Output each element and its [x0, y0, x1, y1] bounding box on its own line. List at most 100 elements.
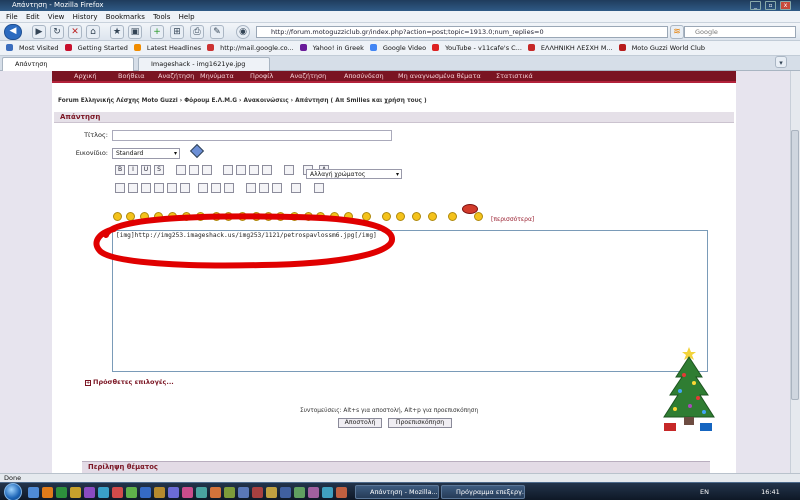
app-icon[interactable]	[224, 487, 235, 498]
app-icon[interactable]	[112, 487, 123, 498]
format-button[interactable]	[198, 183, 208, 193]
format-button[interactable]	[259, 183, 269, 193]
format-button[interactable]	[180, 183, 190, 193]
app-icon[interactable]	[126, 487, 137, 498]
taskbar-editor-window[interactable]: Πρόγραμμα επεξεργ...	[441, 485, 525, 499]
forum-nav-item[interactable]: Αναζήτηση	[290, 71, 326, 82]
format-button[interactable]	[189, 165, 199, 175]
format-button[interactable]	[224, 183, 234, 193]
format-button[interactable]	[115, 183, 125, 193]
submit-button[interactable]: Αποστολή	[338, 418, 382, 428]
title-input[interactable]	[112, 130, 392, 141]
format-button[interactable]: B	[115, 165, 125, 175]
color-select[interactable]: Αλλαγή χρώματος ▾	[306, 169, 402, 179]
search-input[interactable]: Google	[684, 26, 796, 38]
app-icon[interactable]	[168, 487, 179, 498]
format-button[interactable]	[202, 165, 212, 175]
firefox-icon[interactable]	[42, 487, 53, 498]
url-input[interactable]: http://forum.motoguzziclub.gr/index.php?…	[256, 26, 668, 38]
tab-reply[interactable]: Απάντηση	[2, 57, 134, 71]
format-button[interactable]	[291, 183, 301, 193]
add-icon[interactable]: +	[150, 25, 164, 39]
format-button[interactable]	[128, 183, 138, 193]
tab-list-icon[interactable]: ▾	[775, 56, 787, 68]
format-button[interactable]	[314, 183, 324, 193]
taskbar-firefox-window[interactable]: Απάντηση - Mozilla...	[355, 485, 439, 499]
santa-hat-smiley-icon[interactable]	[462, 204, 478, 214]
app-icon[interactable]	[252, 487, 263, 498]
media-icon[interactable]	[84, 487, 95, 498]
app-icon[interactable]	[154, 487, 165, 498]
app-icon[interactable]	[322, 487, 333, 498]
format-button[interactable]	[176, 165, 186, 175]
forward-button[interactable]: ▶	[32, 25, 46, 39]
minimize-button[interactable]: _	[750, 1, 761, 10]
format-button[interactable]: S	[154, 165, 164, 175]
menu-history[interactable]: History	[73, 13, 98, 21]
icon-select[interactable]: Standard ▾	[112, 148, 180, 159]
format-button[interactable]	[236, 165, 246, 175]
app-icon[interactable]	[280, 487, 291, 498]
forum-nav-item[interactable]: Προφίλ	[250, 71, 273, 82]
stop-button[interactable]: ✕	[68, 25, 82, 39]
app-icon[interactable]	[266, 487, 277, 498]
app-icon[interactable]	[336, 487, 347, 498]
show-desktop-icon[interactable]	[28, 487, 39, 498]
smiley-icon[interactable]	[412, 212, 421, 221]
home-button[interactable]: ⌂	[86, 25, 100, 39]
menu-bookmarks[interactable]: Bookmarks	[106, 13, 145, 21]
messenger-icon[interactable]	[98, 487, 109, 498]
format-button[interactable]	[249, 165, 259, 175]
more-smileys-link[interactable]: [περισσότερα]	[491, 216, 534, 223]
forum-nav-item[interactable]: Αρχική	[74, 71, 96, 82]
menu-tools[interactable]: Tools	[153, 13, 170, 21]
smiley-icon[interactable]	[448, 212, 457, 221]
menu-file[interactable]: File	[6, 13, 18, 21]
start-button[interactable]	[4, 483, 22, 500]
tools-icon[interactable]: ✎	[210, 25, 224, 39]
format-button[interactable]	[167, 183, 177, 193]
format-button[interactable]	[272, 183, 282, 193]
forum-nav-item[interactable]: Μη αναγνωσμένα θέματα	[398, 71, 481, 82]
bookmark-icon[interactable]: ★	[110, 25, 124, 39]
format-button[interactable]	[211, 183, 221, 193]
language-indicator[interactable]: EN	[700, 488, 709, 496]
forum-nav-item[interactable]: Βοήθεια	[118, 71, 145, 82]
clock[interactable]: 16:41	[761, 488, 780, 496]
save-icon[interactable]: ▣	[128, 25, 142, 39]
format-button[interactable]	[284, 165, 294, 175]
app-icon[interactable]	[140, 487, 151, 498]
bookmark-item[interactable]: Moto Guzzi World Club	[632, 44, 705, 52]
bookmark-item[interactable]: Latest Headlines	[147, 44, 201, 52]
app-icon[interactable]	[308, 487, 319, 498]
additional-options-link[interactable]: + Πρόσθετες επιλογές...	[85, 378, 174, 386]
folder-icon[interactable]	[70, 487, 81, 498]
format-button[interactable]	[141, 183, 151, 193]
smiley-icon[interactable]	[428, 212, 437, 221]
addon-icon[interactable]: ◉	[236, 25, 250, 39]
app-icon[interactable]	[196, 487, 207, 498]
scrollbar-thumb[interactable]	[791, 130, 799, 400]
back-button[interactable]: ◀	[4, 24, 22, 40]
breadcrumb[interactable]: Forum Ελληνικής Λέσχης Moto Guzzi › Φόρο…	[58, 98, 427, 104]
menu-edit[interactable]: Edit	[26, 13, 40, 21]
bookmark-item[interactable]: Getting Started	[78, 44, 128, 52]
smiley-icon[interactable]	[474, 212, 483, 221]
app-icon[interactable]	[182, 487, 193, 498]
forum-nav-item[interactable]: Στατιστικά	[496, 71, 533, 82]
close-button[interactable]: x	[780, 1, 791, 10]
maximize-button[interactable]: ▫	[765, 1, 776, 10]
bookmark-item[interactable]: Yahoo! in Greek	[313, 44, 364, 52]
quicklaunch-icon[interactable]	[56, 487, 67, 498]
reload-button[interactable]: ↻	[50, 25, 64, 39]
format-button[interactable]	[262, 165, 272, 175]
app-icon[interactable]	[238, 487, 249, 498]
rss-icon[interactable]: ≋	[670, 25, 684, 39]
forum-nav-item[interactable]: Αποσύνδεση	[344, 71, 384, 82]
bookmark-item[interactable]: Google Video	[383, 44, 426, 52]
bookmark-item[interactable]: ΕΛΛΗΝΙΚΗ ΛΕΣΧΗ M...	[541, 44, 613, 52]
bookmark-item[interactable]: http://mail.google.co...	[220, 44, 294, 52]
forum-nav-item[interactable]: Μηνύματα	[200, 71, 234, 82]
app-icon[interactable]	[210, 487, 221, 498]
forum-nav-item[interactable]: Αναζήτηση	[158, 71, 194, 82]
